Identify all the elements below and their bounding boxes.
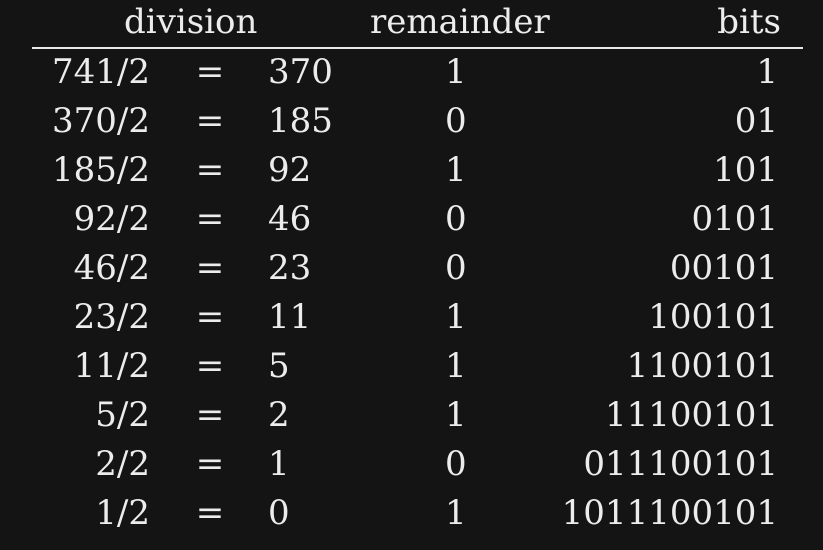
quotient-cell: 23 [268,248,312,288]
division-cell: 741/2 [52,52,150,92]
equals-sign: = [195,297,225,337]
division-cell: 2/2 [95,444,150,484]
bits-cell: 11100101 [604,395,778,435]
remainder-cell: 0 [445,248,467,288]
quotient-cell: 185 [268,101,333,141]
bits-cell: 1100101 [626,346,778,386]
quotient-cell: 92 [268,150,312,190]
equals-sign: = [195,248,225,288]
quotient-cell: 0 [268,493,290,533]
equals-sign: = [195,395,225,435]
bits-cell: 0101 [691,199,778,239]
division-cell: 11/2 [73,346,150,386]
quotient-cell: 370 [268,52,333,92]
remainder-cell: 0 [445,101,467,141]
table-row: 46/2 = 23 0 00101 [0,248,823,297]
equals-sign: = [195,199,225,239]
table-row: 5/2 = 2 1 11100101 [0,395,823,444]
equals-sign: = [195,493,225,533]
remainder-cell: 0 [445,199,467,239]
bits-cell: 1011100101 [561,493,778,533]
bits-cell: 101 [713,150,778,190]
table-row: 23/2 = 11 1 100101 [0,297,823,346]
division-cell: 92/2 [73,199,150,239]
division-cell: 5/2 [95,395,150,435]
remainder-cell: 1 [445,52,467,92]
table-row: 1/2 = 0 1 1011100101 [0,493,823,542]
equals-sign: = [195,52,225,92]
header-rule [32,47,803,49]
division-cell: 370/2 [52,101,150,141]
quotient-cell: 11 [268,297,312,337]
header-remainder: remainder [370,2,550,42]
remainder-cell: 1 [445,150,467,190]
binary-conversion-table: division remainder bits 741/2 = 370 1 1 … [0,0,823,550]
quotient-cell: 1 [268,444,290,484]
table-row: 370/2 = 185 0 01 [0,101,823,150]
bits-cell: 01 [734,101,778,141]
remainder-cell: 1 [445,395,467,435]
quotient-cell: 2 [268,395,290,435]
table-row: 741/2 = 370 1 1 [0,52,823,101]
quotient-cell: 5 [268,346,290,386]
table-body: 741/2 = 370 1 1 370/2 = 185 0 01 185/2 =… [0,52,823,542]
bits-cell: 100101 [648,297,778,337]
division-cell: 23/2 [73,297,150,337]
table-row: 92/2 = 46 0 0101 [0,199,823,248]
remainder-cell: 0 [445,444,467,484]
header-division: division [124,2,258,42]
equals-sign: = [195,101,225,141]
table-row: 11/2 = 5 1 1100101 [0,346,823,395]
remainder-cell: 1 [445,493,467,533]
bits-cell: 1 [756,52,778,92]
division-cell: 1/2 [95,493,150,533]
remainder-cell: 1 [445,297,467,337]
division-cell: 46/2 [73,248,150,288]
table-row: 185/2 = 92 1 101 [0,150,823,199]
table-row: 2/2 = 1 0 011100101 [0,444,823,493]
equals-sign: = [195,346,225,386]
quotient-cell: 46 [268,199,312,239]
bits-cell: 011100101 [583,444,778,484]
equals-sign: = [195,444,225,484]
header-bits: bits [717,2,781,42]
bits-cell: 00101 [669,248,778,288]
division-cell: 185/2 [52,150,150,190]
equals-sign: = [195,150,225,190]
remainder-cell: 1 [445,346,467,386]
